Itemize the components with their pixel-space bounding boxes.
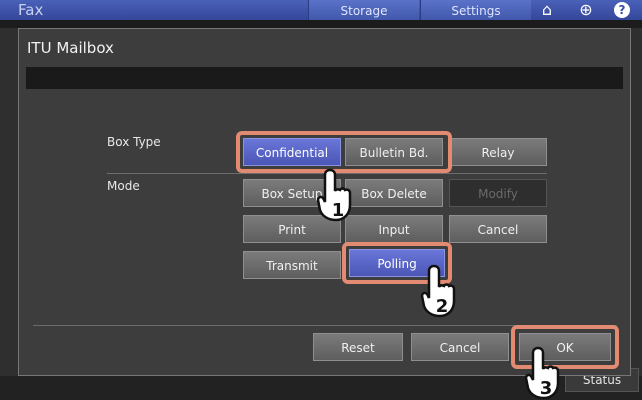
tab-storage[interactable]: Storage (308, 0, 419, 20)
hand-pointer-icon-3: 3 (524, 346, 560, 400)
app-title: Fax (18, 1, 44, 19)
callout-number-3: 3 (540, 378, 553, 399)
reset-button[interactable]: Reset (313, 333, 403, 361)
hand-pointer-icon-1: 1 (316, 168, 352, 222)
message-bar (26, 67, 623, 89)
mode-label: Mode (107, 179, 140, 193)
relay-button[interactable]: Relay (449, 138, 547, 166)
bg-strip-top (0, 20, 642, 28)
hand-pointer-icon-2: 2 (420, 264, 456, 318)
tab-settings[interactable]: Settings (420, 0, 531, 20)
callout-number-2: 2 (436, 296, 449, 317)
cancel-mode-button[interactable]: Cancel (449, 215, 547, 243)
transmit-button[interactable]: Transmit (243, 251, 341, 279)
cancel-button[interactable]: Cancel (411, 333, 509, 361)
modify-button: Modify (449, 179, 547, 207)
app-header: Fax Storage Settings ⌂ ⊕ ? (0, 0, 642, 20)
callout-number-1: 1 (332, 200, 345, 221)
help-icon[interactable]: ? (614, 2, 630, 18)
home-icon[interactable]: ⌂ (537, 1, 557, 19)
dialog-title: ITU Mailbox (27, 39, 114, 57)
globe-icon[interactable]: ⊕ (576, 1, 596, 19)
box-type-label: Box Type (107, 135, 161, 149)
